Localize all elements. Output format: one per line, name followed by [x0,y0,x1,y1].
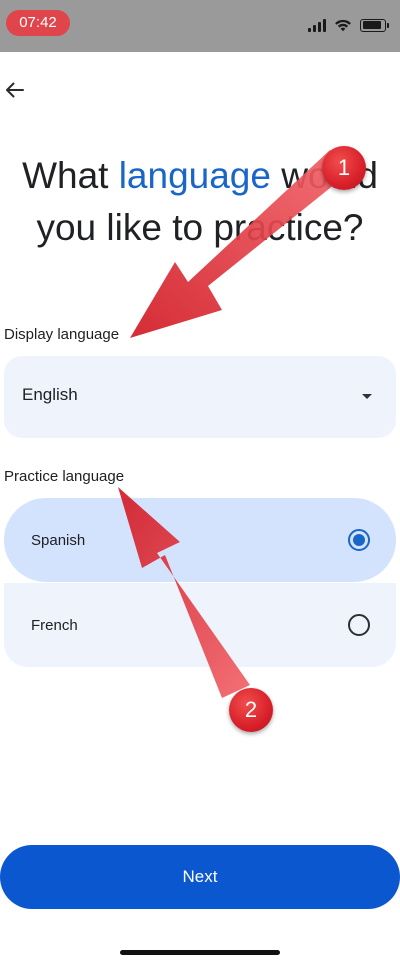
practice-option-spanish[interactable]: Spanish [4,498,396,582]
status-icons [308,16,389,34]
back-button[interactable] [0,72,28,108]
status-time: 07:42 [6,10,70,36]
title-part-1: What [22,155,119,196]
display-language-value: English [22,385,78,404]
wifi-icon [335,19,351,32]
radio-selected-icon[interactable] [348,529,370,551]
home-indicator [120,950,280,955]
battery-icon [360,18,389,32]
screen: 07:42 What language would you like to pr… [0,0,400,966]
display-language-label: Display language [4,326,120,343]
status-bar: 07:42 [0,0,400,52]
cellular-signal-icon [308,18,326,32]
option-label: Spanish [31,531,86,549]
practice-language-label: Practice language [4,468,125,485]
display-language-dropdown[interactable]: English [4,356,396,438]
title-accent: language [118,155,271,196]
caret-down-icon [362,394,372,399]
next-button[interactable]: Next [0,845,400,909]
radio-unselected-icon[interactable] [348,614,370,636]
annotation-badge-2: 2 [229,688,273,732]
arrow-left-icon [6,82,24,98]
practice-option-french[interactable]: French [4,583,396,667]
option-label: French [31,616,78,634]
annotation-badge-1: 1 [322,146,366,190]
